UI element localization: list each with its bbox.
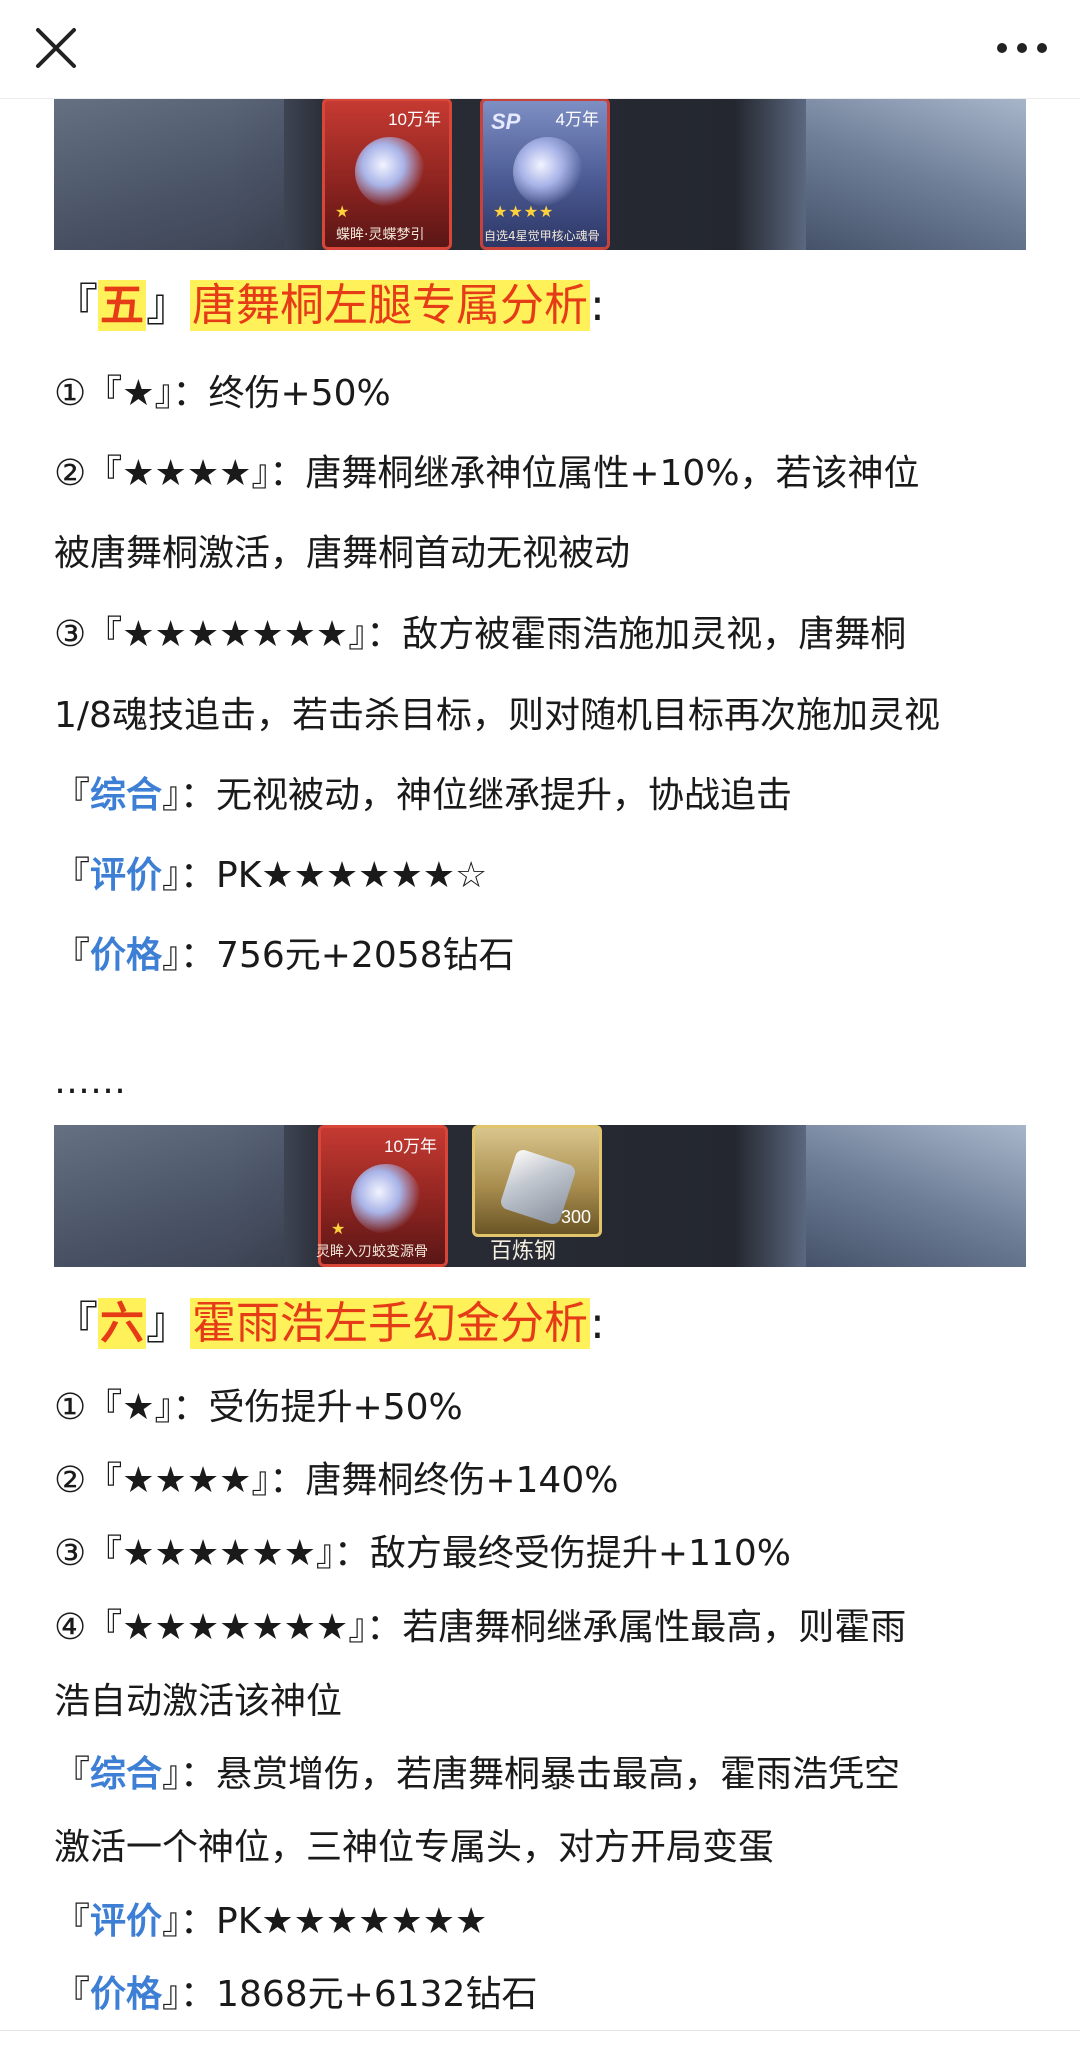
close-icon[interactable]	[30, 22, 82, 74]
price-line: 『价格』：1868元+6132钻石	[54, 1974, 538, 2015]
sp-badge: SP	[491, 109, 521, 134]
analysis-line: ④『★★★★★★★』：若唐舞桐继承属性最高，则霍雨	[54, 1607, 907, 1648]
rating-label: 评价	[90, 855, 163, 896]
summary-label: 综合	[90, 1754, 163, 1795]
analysis-line: ②『★★★★』：唐舞桐终伤+140%	[54, 1460, 619, 1501]
rating-text: PK★★★★★★☆	[216, 855, 488, 896]
price-line: 『价格』：756元+2058钻石	[54, 935, 515, 976]
card-year-tag: 4万年	[555, 110, 599, 129]
analysis-line: ③『★★★★★★★』：敌方被霍雨浩施加灵视，唐舞桐	[54, 614, 907, 655]
summary-line: 『综合』：悬赏增伤，若唐舞桐暴击最高，霍雨浩凭空	[54, 1754, 901, 1795]
price-text: 1868元+6132钻石	[216, 1974, 538, 2015]
analysis-line: ①『★』：受伤提升+50%	[54, 1387, 463, 1428]
summary-text: 悬赏增伤，若唐舞桐暴击最高，霍雨浩凭空	[216, 1754, 901, 1795]
section-number: 五	[98, 280, 146, 331]
price-text: 756元+2058钻石	[216, 935, 515, 976]
price-label: 价格	[90, 1974, 163, 2015]
price-label: 价格	[90, 935, 163, 976]
card-stars: ★	[331, 1219, 347, 1238]
analysis-line: ③『★★★★★★』：敌方最终受伤提升+110%	[54, 1533, 791, 1574]
summary-line: 『综合』：无视被动，神位继承提升，协战追击	[54, 775, 793, 816]
card-year-tag: 10万年	[388, 110, 441, 129]
card-caption: 百炼钢	[490, 1239, 557, 1264]
bottom-bar	[0, 2030, 1080, 2060]
section-heading: 唐舞桐左腿专属分析	[190, 280, 590, 331]
card-caption: 自选4星觉甲核心魂骨	[484, 229, 600, 243]
analysis-line: 1/8魂技追击，若击杀目标，则对随机目标再次施加灵视	[54, 695, 940, 736]
card-caption: 蝶眸·灵蝶梦引	[336, 227, 425, 243]
section-heading: 霍雨浩左手幻金分析	[190, 1298, 590, 1349]
summary-text: 无视被动，神位继承提升，协战追击	[216, 775, 793, 816]
analysis-line: ②『★★★★』：唐舞桐继承神位属性+10%，若该神位	[54, 453, 920, 494]
card-quantity: 300	[560, 1207, 591, 1227]
rating-label: 评价	[90, 1901, 163, 1942]
more-dots-icon[interactable]	[992, 30, 1052, 66]
analysis-line: 浩自动激活该神位	[54, 1681, 343, 1722]
analysis-line: ①『★』：终伤+50%	[54, 373, 391, 414]
top-nav-bar	[0, 0, 1080, 99]
card-caption: 灵眸入刃蛟变源骨	[316, 1244, 428, 1260]
rating-line: 『评价』：PK★★★★★★☆	[54, 855, 488, 896]
section-number: 六	[98, 1298, 146, 1349]
analysis-line: 被唐舞桐激活，唐舞桐首动无视被动	[54, 533, 631, 574]
card-stars: ★★★★	[493, 202, 555, 221]
section-title: 『五』唐舞桐左腿专属分析:	[54, 280, 605, 331]
ellipsis-text: ……	[54, 1061, 126, 1102]
summary-label: 综合	[90, 775, 163, 816]
section-title: 『六』霍雨浩左手幻金分析:	[54, 1298, 605, 1349]
card-year-tag: 10万年	[384, 1137, 437, 1156]
rating-line: 『评价』：PK★★★★★★★	[54, 1901, 488, 1942]
reward-banner-2: 10万年 ★ 灵眸入刃蛟变源骨 300 百炼钢	[54, 1125, 1026, 1267]
card-stars: ★	[335, 202, 351, 221]
rating-text: PK★★★★★★★	[216, 1901, 488, 1942]
reward-card: 300	[472, 1125, 602, 1237]
reward-banner-1: 10万年 ★ 蝶眸·灵蝶梦引 SP 4万年 ★★★★ 自选4星觉甲核心魂骨	[54, 98, 1026, 250]
summary-line-cont: 激活一个神位，三神位专属头，对方开局变蛋	[54, 1827, 775, 1868]
